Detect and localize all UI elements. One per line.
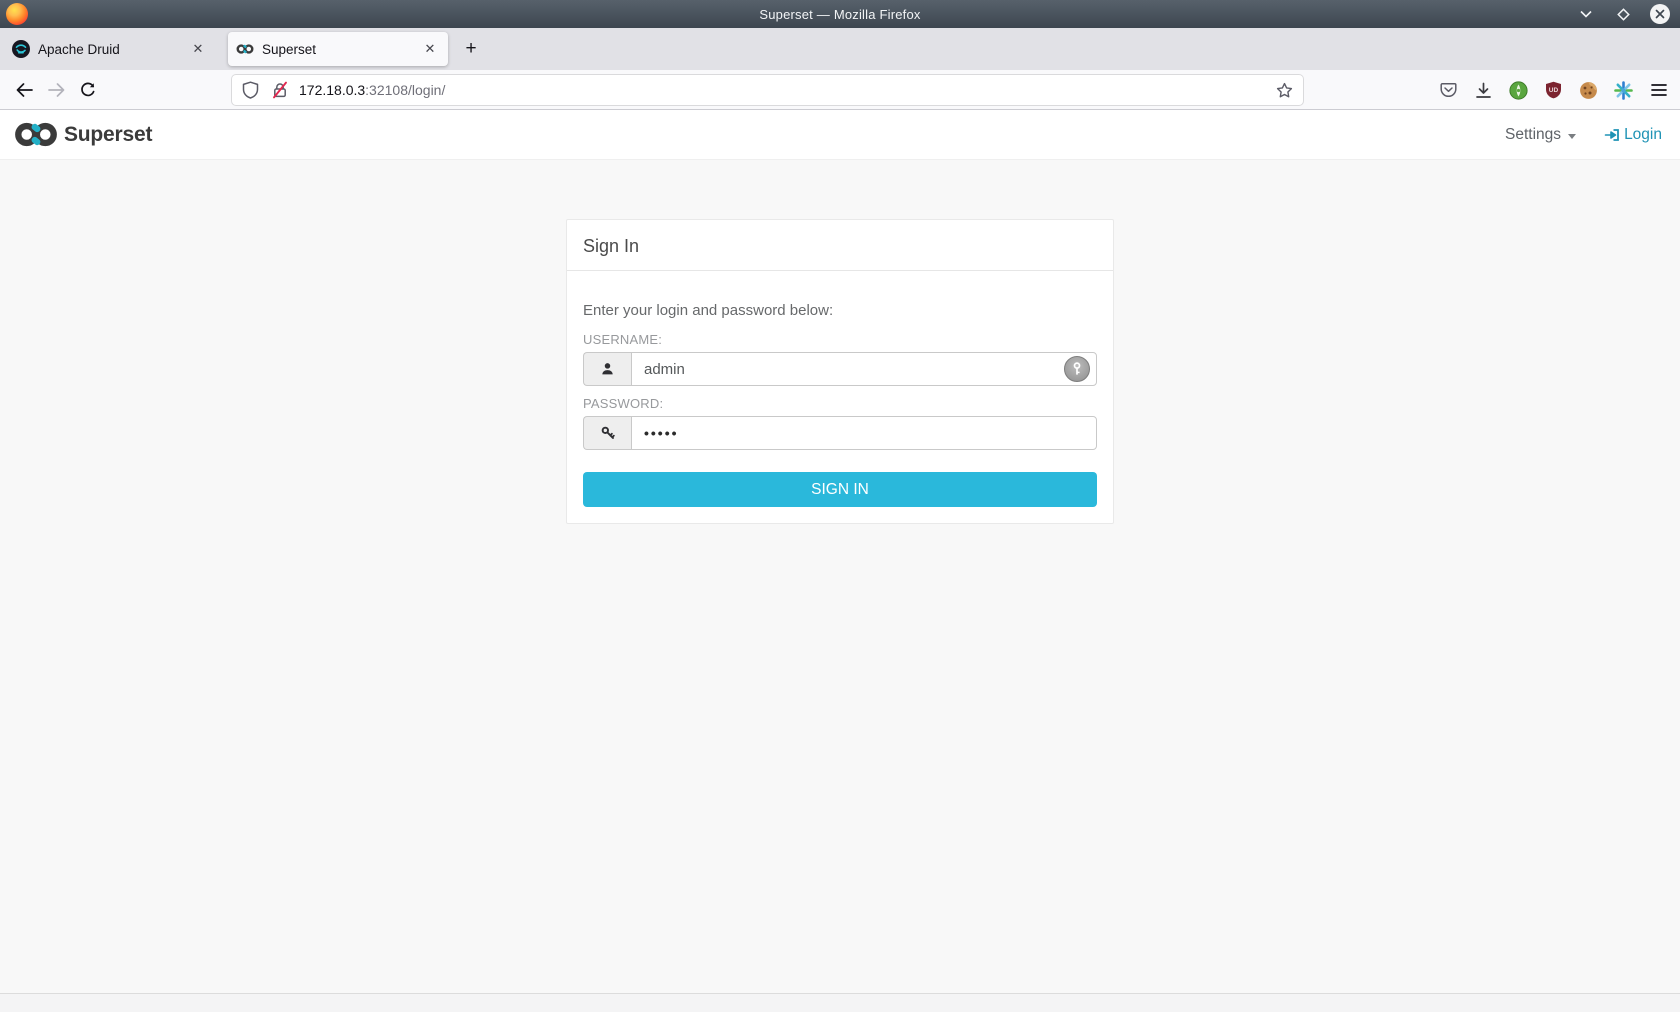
new-tab-button[interactable]: + bbox=[458, 36, 484, 62]
user-icon bbox=[583, 352, 631, 386]
green-extension-icon[interactable] bbox=[1501, 75, 1536, 105]
superset-logo-icon bbox=[14, 121, 58, 148]
superset-brand[interactable]: Superset bbox=[14, 121, 152, 148]
close-icon[interactable] bbox=[1650, 4, 1670, 24]
back-button[interactable] bbox=[8, 75, 40, 105]
tab-label: Superset bbox=[262, 41, 317, 57]
sign-in-arrow-icon bbox=[1604, 127, 1620, 143]
settings-menu[interactable]: Settings bbox=[1505, 126, 1577, 144]
minimize-icon[interactable] bbox=[1576, 4, 1596, 24]
page-body: Sign In Enter your login and password be… bbox=[0, 160, 1680, 993]
maximize-icon[interactable] bbox=[1613, 4, 1633, 24]
password-label: PASSWORD: bbox=[583, 396, 664, 411]
login-link[interactable]: Login bbox=[1604, 126, 1662, 144]
svg-text:UD: UD bbox=[1549, 87, 1559, 94]
key-icon bbox=[583, 416, 631, 450]
url-host: 172.18.0.3 bbox=[299, 82, 366, 98]
tab-strip: Apache Druid ✕ Superset ✕ + bbox=[0, 28, 1680, 70]
username-group bbox=[583, 352, 1097, 386]
shield-extension-icon[interactable]: UD bbox=[1536, 75, 1571, 105]
reload-button[interactable] bbox=[72, 75, 104, 105]
insecure-lock-icon[interactable] bbox=[271, 81, 289, 99]
forward-button[interactable] bbox=[40, 75, 72, 105]
starburst-extension-icon[interactable] bbox=[1606, 75, 1641, 105]
login-label: Login bbox=[1624, 126, 1662, 143]
superset-navbar: Superset Settings Login bbox=[0, 110, 1680, 160]
firefox-logo-icon bbox=[6, 3, 28, 25]
password-manager-key-icon[interactable] bbox=[1064, 356, 1090, 382]
url-text[interactable]: 172.18.0.3:32108/login/ bbox=[299, 82, 1276, 98]
navbar-right: Settings Login bbox=[1505, 110, 1662, 160]
tracking-shield-icon[interactable] bbox=[242, 81, 259, 99]
signin-title: Sign In bbox=[583, 236, 640, 256]
window-title: Superset — Mozilla Firefox bbox=[759, 6, 921, 22]
password-input[interactable] bbox=[631, 416, 1097, 450]
pocket-icon[interactable] bbox=[1431, 75, 1466, 105]
cookie-extension-icon[interactable] bbox=[1571, 75, 1606, 105]
download-icon[interactable] bbox=[1466, 75, 1501, 105]
page-footer bbox=[0, 993, 1680, 1012]
signin-card-body: Enter your login and password below: USE… bbox=[567, 271, 1113, 523]
sign-in-button[interactable]: SIGN IN bbox=[583, 472, 1097, 507]
brand-title: Superset bbox=[64, 122, 153, 146]
signin-card: Sign In Enter your login and password be… bbox=[566, 219, 1114, 524]
settings-label: Settings bbox=[1505, 126, 1562, 143]
window-titlebar: Superset — Mozilla Firefox bbox=[0, 0, 1680, 28]
tab-label: Apache Druid bbox=[38, 41, 120, 57]
window-controls bbox=[1576, 0, 1670, 28]
navigation-toolbar: 172.18.0.3:32108/login/ UD bbox=[0, 70, 1680, 110]
username-input[interactable] bbox=[631, 352, 1097, 386]
superset-favicon-icon bbox=[236, 40, 254, 58]
url-path: :32108/login/ bbox=[365, 82, 446, 98]
signin-card-header: Sign In bbox=[567, 220, 1113, 271]
chevron-down-icon bbox=[1568, 133, 1577, 139]
username-label: USERNAME: bbox=[583, 332, 663, 347]
tab-superset[interactable]: Superset ✕ bbox=[228, 32, 448, 66]
tab-close-icon[interactable]: ✕ bbox=[420, 39, 440, 59]
url-bar[interactable]: 172.18.0.3:32108/login/ bbox=[232, 75, 1303, 105]
druid-favicon-icon bbox=[12, 40, 30, 58]
signin-instructions: Enter your login and password below: bbox=[583, 302, 834, 319]
password-group bbox=[583, 416, 1097, 450]
toolbar-extensions: UD bbox=[1431, 70, 1676, 110]
tab-apache-druid[interactable]: Apache Druid ✕ bbox=[4, 32, 216, 66]
browser-window: Superset — Mozilla Firefox Apache Druid … bbox=[0, 0, 1680, 1012]
bookmark-star-icon[interactable] bbox=[1276, 82, 1293, 99]
tab-close-icon[interactable]: ✕ bbox=[188, 39, 208, 59]
menu-icon[interactable] bbox=[1641, 75, 1676, 105]
